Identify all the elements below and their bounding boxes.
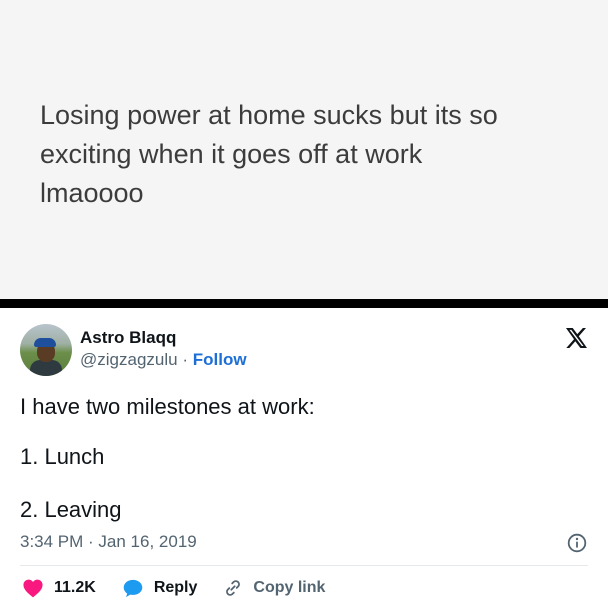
tweet-card: Astro Blaqq @zigzagzulu · Follow I have … [0, 308, 608, 611]
reply-bubble-icon [123, 579, 143, 598]
meme-post-text: Losing power at home sucks but its so ex… [40, 100, 498, 208]
tweet-actions: 11.2K Reply Copy link [22, 576, 351, 600]
info-icon[interactable] [567, 533, 587, 553]
author-handle-line: @zigzagzulu · Follow [80, 349, 247, 371]
actions-divider [20, 565, 588, 566]
avatar-cap [34, 338, 56, 347]
like-count: 11.2K [54, 579, 96, 596]
like-button[interactable]: 11.2K [22, 578, 96, 598]
tweet-line: I have two milestones at work: [20, 394, 315, 419]
divider-bar [0, 299, 608, 308]
author-handle[interactable]: @zigzagzulu [80, 350, 178, 369]
avatar[interactable] [20, 324, 72, 376]
x-logo-icon[interactable] [564, 326, 588, 350]
avatar-shirt [30, 360, 62, 376]
meme-post: Losing power at home sucks but its so ex… [0, 0, 608, 299]
reply-label: Reply [153, 579, 198, 596]
follow-button[interactable]: Follow [193, 350, 247, 369]
reply-button[interactable]: Reply [122, 578, 198, 598]
author-block: Astro Blaqq @zigzagzulu · Follow [80, 328, 247, 371]
handle-separator: · [182, 350, 188, 369]
copy-link-button[interactable]: Copy link [223, 578, 325, 598]
copy-link-label: Copy link [253, 579, 326, 596]
author-display-name[interactable]: Astro Blaqq [80, 328, 247, 348]
tweet-line: 2. Leaving [20, 497, 122, 522]
tweet-timestamp[interactable]: 3:34 PM · Jan 16, 2019 [20, 532, 197, 552]
link-icon [226, 580, 241, 596]
tweet-line: 1. Lunch [20, 444, 105, 469]
heart-icon [23, 579, 43, 598]
